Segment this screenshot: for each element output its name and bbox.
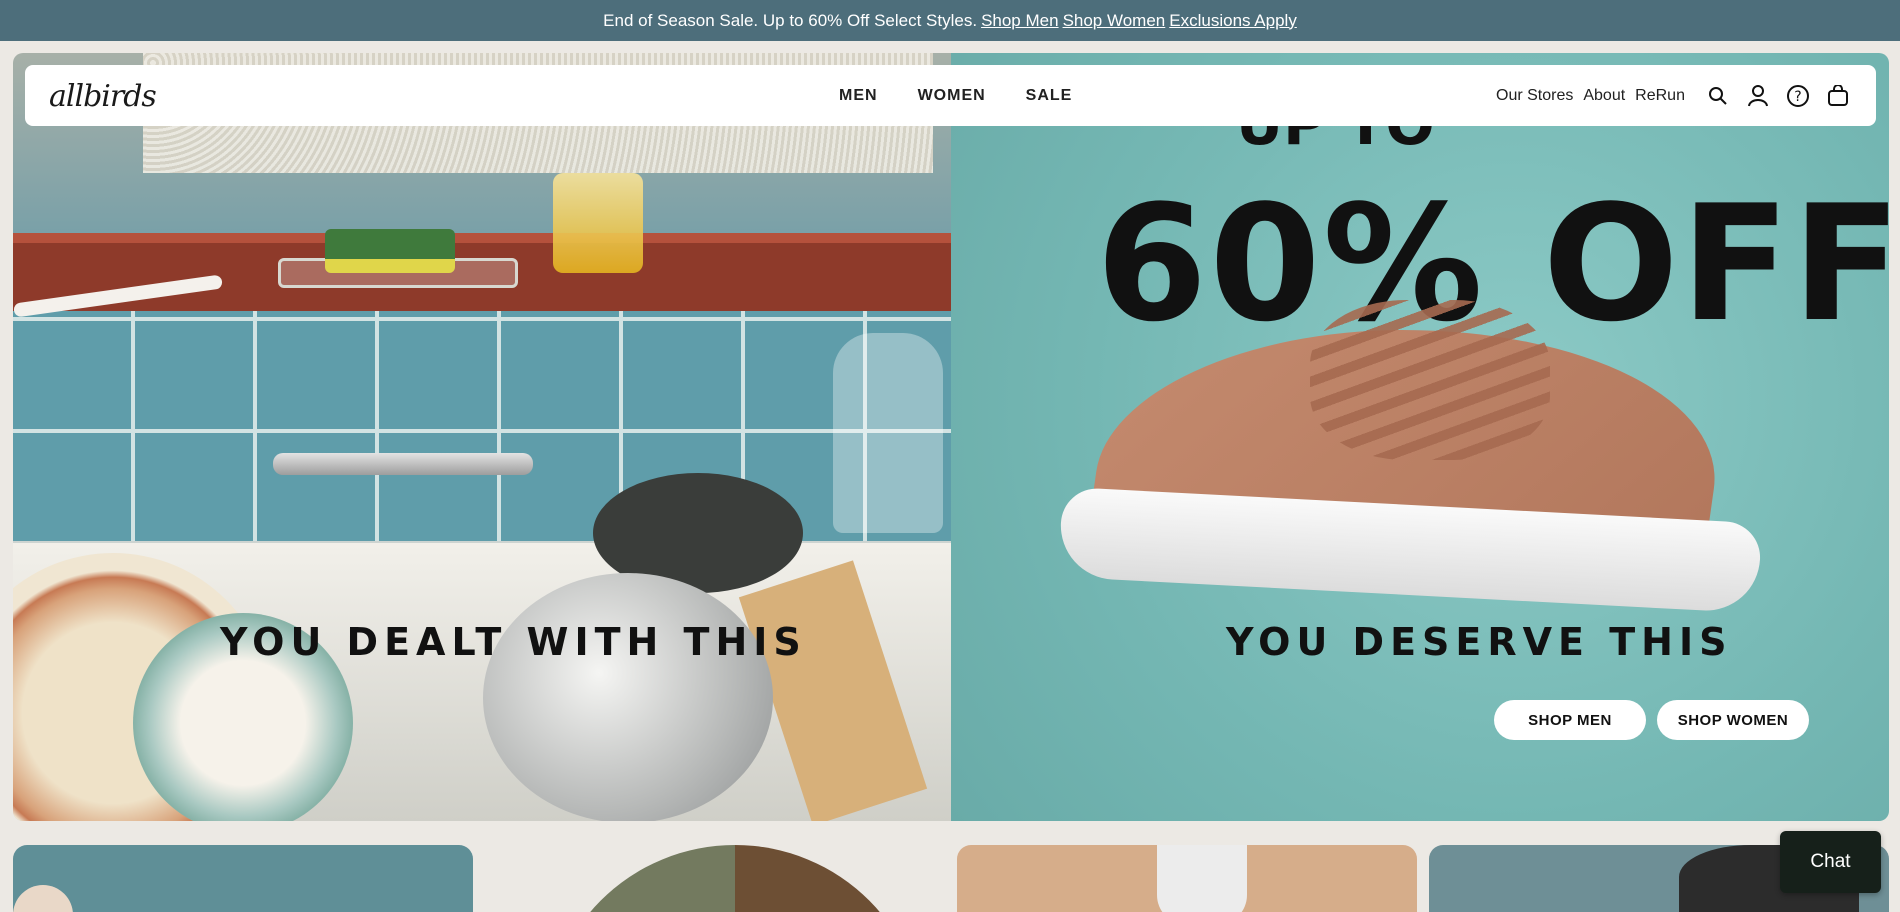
cart-icon[interactable] [1825,83,1850,108]
hero-left-caption: YOU DEALT WITH THIS [220,620,807,664]
faucet [273,453,533,475]
svg-text:?: ? [1794,89,1801,105]
shop-women-button[interactable]: SHOP WOMEN [1657,700,1809,740]
shop-men-button[interactable]: SHOP MEN [1494,700,1646,740]
help-icon[interactable]: ? [1785,83,1810,108]
category-card[interactable] [13,845,473,912]
search-icon[interactable] [1705,83,1730,108]
sponge [325,229,455,273]
hero-right-caption: YOU DESERVE THIS [1226,620,1733,664]
announcement-shop-men-link[interactable]: Shop Men [981,11,1059,31]
nav-sale[interactable]: SALE [1026,87,1073,105]
announcement-shop-women-link[interactable]: Shop Women [1063,11,1166,31]
nav-our-stores[interactable]: Our Stores [1496,87,1573,105]
category-card[interactable] [957,845,1417,912]
wine-glass [833,333,943,533]
hero-left-image [13,53,951,821]
primary-nav: MEN WOMEN SALE [839,65,1072,126]
metal-colander [483,573,773,821]
category-card[interactable] [485,845,945,912]
announcement-bar: End of Season Sale. Up to 60% Off Select… [0,0,1900,41]
nav-rerun[interactable]: ReRun [1635,87,1685,105]
tiled-wall [13,311,951,541]
account-icon[interactable] [1745,83,1770,108]
nav-women[interactable]: WOMEN [918,87,986,105]
sneaker-laces [1310,300,1550,460]
nav-about[interactable]: About [1583,87,1625,105]
nav-men[interactable]: MEN [839,87,878,105]
nav-icons: ? [1705,65,1850,126]
soap-jar [553,173,643,273]
allbirds-logo[interactable]: allbirds [49,79,157,114]
sneaker-image [1058,290,1762,614]
announcement-text: End of Season Sale. Up to 60% Off Select… [603,10,978,30]
announcement-exclusions-link[interactable]: Exclusions Apply [1169,11,1297,31]
chat-button[interactable]: Chat [1780,831,1881,893]
secondary-nav: Our Stores About ReRun [1496,65,1685,126]
main-navigation: allbirds MEN WOMEN SALE Our Stores About… [25,65,1876,126]
